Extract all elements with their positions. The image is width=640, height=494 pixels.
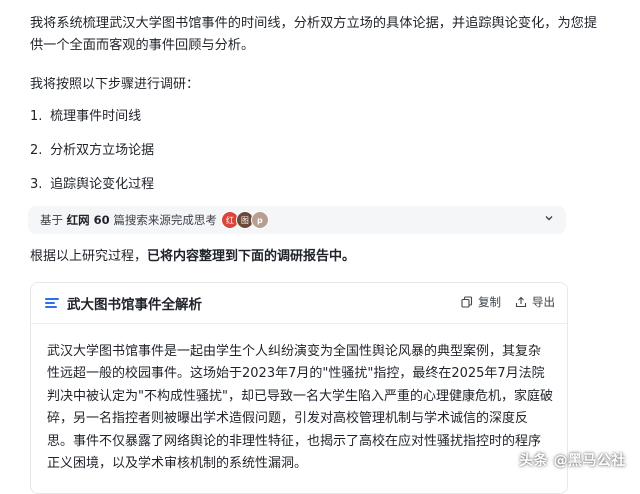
document-icon: [45, 296, 59, 310]
watermark: 头条 @黑马公社: [519, 453, 626, 469]
report-card-header: 武大图书馆事件全解析 复制 导出: [31, 283, 567, 324]
search-sources-toggle[interactable]: 基于 红网 60 篇搜索来源完成思考 红 图 p: [28, 206, 566, 234]
summary-line: 根据以上研究过程，已将内容整理到下面的调研报告中。: [30, 246, 355, 268]
step-text: 追踪舆论变化过程: [50, 177, 155, 192]
step-text: 分析双方立场论据: [50, 143, 155, 158]
export-label: 导出: [532, 295, 555, 309]
steps-list: 1. 梳理事件时间线 2. 分析双方立场论据 3. 追踪舆论变化过程: [30, 106, 154, 208]
report-card: 武大图书馆事件全解析 复制 导出 武汉大学图书馆事件是一起由学生个人纠纷演变为全…: [30, 282, 568, 494]
step-number: 1.: [30, 109, 43, 124]
report-title: 武大图书馆事件全解析: [67, 297, 202, 313]
source-avatars: 红 图 p: [220, 211, 269, 229]
summary-bold: 已将内容整理到下面的调研报告中。: [147, 249, 356, 264]
intro-paragraph: 我将系统梳理武汉大学图书馆事件的时间线，分析双方立场的具体论据，并追踪舆论变化，…: [30, 16, 598, 53]
summary-prefix: 根据以上研究过程，: [30, 249, 148, 264]
step-number: 3.: [30, 177, 43, 192]
copy-icon: [461, 296, 473, 308]
step-item: 2. 分析双方立场论据: [30, 140, 154, 174]
chevron-down-icon[interactable]: [544, 213, 554, 226]
step-number: 2.: [30, 143, 43, 158]
search-prefix: 基于: [40, 213, 63, 227]
source-icon: p: [250, 211, 269, 229]
search-suffix: 篇搜索来源完成思考: [113, 213, 217, 227]
step-item: 1. 梳理事件时间线: [30, 106, 154, 140]
export-icon: [515, 296, 527, 308]
step-item: 3. 追踪舆论变化过程: [30, 174, 154, 208]
report-actions: 复制 导出: [447, 294, 555, 310]
copy-button[interactable]: 复制: [461, 294, 501, 310]
export-button[interactable]: 导出: [515, 294, 555, 310]
search-sources-label: 基于 红网 60 篇搜索来源完成思考: [40, 212, 217, 228]
step-text: 梳理事件时间线: [50, 109, 142, 124]
search-count: 红网 60: [66, 213, 110, 227]
copy-label: 复制: [478, 295, 501, 309]
report-body: 武汉大学图书馆事件是一起由学生个人纠纷演变为全国性舆论风暴的典型案例，其复杂性远…: [47, 344, 553, 472]
steps-lead: 我将按照以下步骤进行调研：: [30, 77, 200, 92]
